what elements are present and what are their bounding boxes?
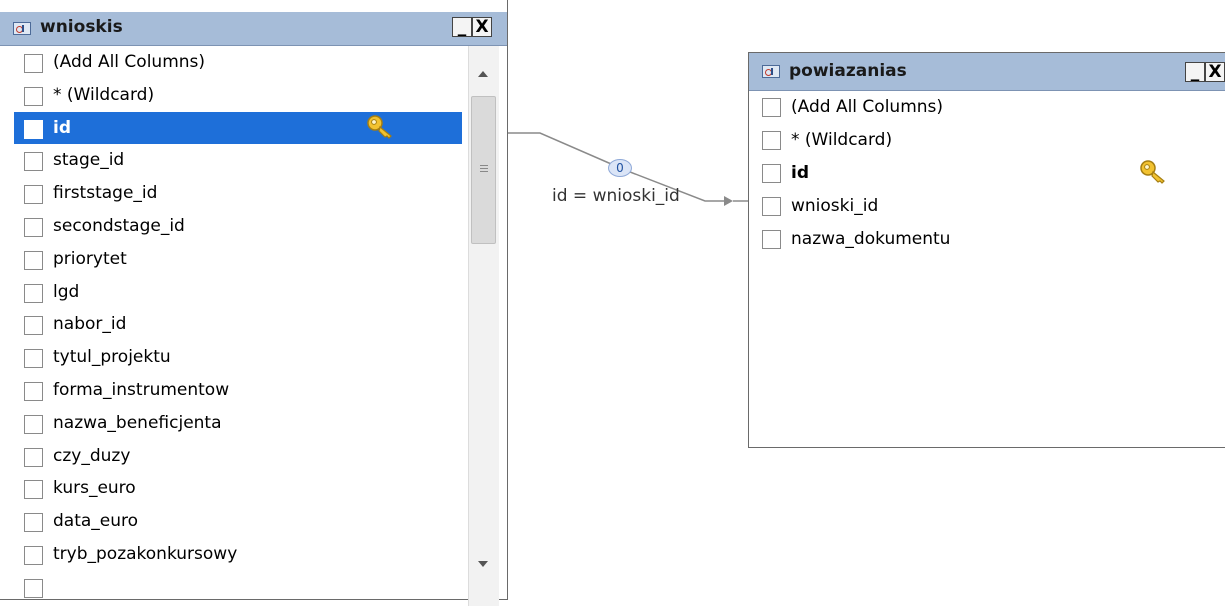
column-row-nazwa-dokumentu[interactable]: nazwa_dokumentu	[749, 223, 1219, 256]
column-checkbox[interactable]	[24, 316, 43, 336]
column-row-partial[interactable]	[0, 571, 468, 604]
column-label: nazwa_beneficjenta	[53, 412, 222, 433]
column-row-tytul-projektu[interactable]: tytul_projektu	[0, 341, 468, 374]
column-row-forma-instrumentow[interactable]: forma_instrumentow	[0, 374, 468, 407]
column-checkbox[interactable]	[762, 98, 781, 117]
column-label: tytul_projektu	[53, 347, 171, 368]
column-checkbox[interactable]	[24, 414, 43, 434]
column-label: czy_duzy	[53, 445, 131, 466]
column-label: nabor_id	[53, 314, 127, 335]
column-row-czy-duzy[interactable]: czy_duzy	[0, 440, 468, 473]
join-badge[interactable]: 0	[608, 159, 632, 177]
column-row-kurs-euro[interactable]: kurs_euro	[0, 472, 468, 505]
column-checkbox[interactable]	[24, 480, 43, 500]
column-row-wildcard[interactable]: * (Wildcard)	[749, 124, 1219, 157]
column-label: forma_instrumentow	[53, 379, 230, 400]
column-checkbox[interactable]	[24, 349, 43, 369]
column-checkbox[interactable]	[762, 197, 781, 216]
column-label: lgd	[53, 281, 80, 302]
column-checkbox[interactable]	[762, 131, 781, 150]
column-label: nazwa_dokumentu	[791, 229, 951, 249]
column-checkbox[interactable]	[762, 164, 781, 183]
column-label: kurs_euro	[53, 478, 136, 499]
column-row-nazwa-beneficjenta[interactable]: nazwa_beneficjenta	[0, 407, 468, 440]
join-condition-label[interactable]: id = wnioski_id	[552, 186, 680, 206]
column-checkbox[interactable]	[24, 381, 43, 401]
column-row-wnioski-id[interactable]: wnioski_id	[749, 190, 1219, 223]
column-label: tryb_pozakonkursowy	[53, 543, 238, 564]
column-row-lgd[interactable]: lgd	[0, 276, 468, 309]
column-checkbox[interactable]	[24, 283, 43, 303]
table-icon	[762, 65, 780, 78]
column-checkbox[interactable]	[762, 230, 781, 249]
scroll-down-icon[interactable]	[478, 561, 488, 567]
table-title: powiazanias	[789, 61, 907, 81]
column-label: wnioski_id	[791, 196, 879, 216]
column-checkbox[interactable]	[24, 578, 43, 598]
join-arrow-icon	[724, 196, 733, 206]
column-label: (Add All Columns)	[791, 97, 944, 117]
column-row-id[interactable]: id	[749, 157, 1219, 190]
table-window-powiazanias[interactable]: powiazanias _ X (Add All Columns) * (Wil…	[748, 52, 1225, 448]
column-checkbox[interactable]	[24, 545, 43, 565]
column-label: id	[791, 163, 809, 183]
close-button[interactable]: X	[1205, 62, 1225, 82]
minimize-button[interactable]: _	[1185, 62, 1205, 82]
column-list: (Add All Columns) * (Wildcard) id wniosk…	[749, 91, 1219, 256]
column-row-add-all[interactable]: (Add All Columns)	[749, 91, 1219, 124]
column-row-tryb-pozakonkursowy[interactable]: tryb_pozakonkursowy	[0, 538, 468, 571]
key-icon	[1140, 160, 1165, 184]
join-connector[interactable]	[0, 0, 760, 260]
column-checkbox[interactable]	[24, 513, 43, 533]
column-label: data_euro	[53, 511, 139, 532]
column-row-nabor-id[interactable]: nabor_id	[0, 308, 468, 341]
column-row-data-euro[interactable]: data_euro	[0, 505, 468, 538]
column-checkbox[interactable]	[24, 447, 43, 467]
table-titlebar[interactable]: powiazanias _ X	[749, 53, 1225, 91]
column-label: * (Wildcard)	[791, 130, 893, 150]
